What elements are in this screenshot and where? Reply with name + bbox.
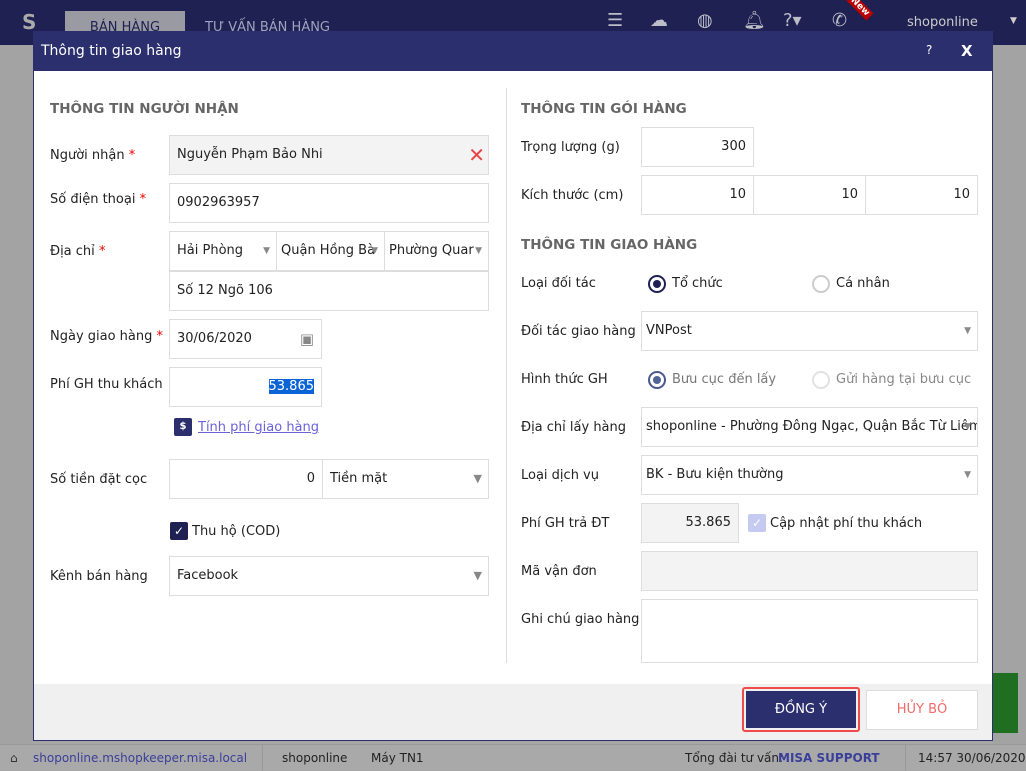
globe-icon[interactable]: ◍	[697, 10, 713, 31]
cod-checkbox[interactable]: ✓	[170, 522, 188, 540]
deposit-label: Số tiền đặt cọc	[50, 472, 148, 487]
phone-icon[interactable]: ✆	[832, 10, 847, 31]
shipping-heading: THÔNG TIN GIAO HÀNG	[521, 237, 698, 253]
datetime: 14:57 30/06/2020	[918, 751, 1026, 765]
package-heading: THÔNG TIN GÓI HÀNG	[521, 101, 687, 117]
caret-icon: ▼	[964, 470, 971, 480]
dialog-footer: ĐỒNG Ý HỦY BỎ	[34, 684, 992, 740]
url-link[interactable]: shoponline.mshopkeeper.misa.local	[33, 745, 247, 771]
recipient-name-field[interactable]: Nguyễn Phạm Bảo Nhi ✕	[169, 135, 489, 175]
dialog-header: Thông tin giao hàng ? X	[34, 32, 992, 71]
service-select[interactable]: BK - Bưu kiện thường ▼	[641, 455, 978, 495]
delivery-date-label: Ngày giao hàng *	[50, 329, 164, 344]
dropoff-method-label: Gửi hàng tại bưu cục	[836, 372, 972, 387]
clear-icon[interactable]: ✕	[468, 136, 485, 174]
tracking-field	[641, 551, 978, 591]
cancel-button[interactable]: HỦY BỎ	[866, 690, 978, 730]
ok-button[interactable]: ĐỒNG Ý	[746, 691, 856, 728]
size-label: Kích thước (cm)	[521, 188, 624, 203]
note-label: Ghi chú giao hàng	[521, 612, 640, 627]
calc-fee-link[interactable]: Tính phí giao hàng	[198, 420, 319, 435]
delivery-date-field[interactable]: 30/06/2020 ▣	[169, 319, 322, 359]
background-pay-button	[993, 673, 1018, 733]
height-field[interactable]: 10	[865, 175, 978, 215]
machine-name: Máy TN1	[371, 751, 424, 765]
pickup-address-select[interactable]: shoponline - Phường Đông Ngạc, Quận Bắc …	[641, 407, 978, 447]
close-button[interactable]: X	[961, 42, 973, 60]
organization-label: Tổ chức	[672, 276, 723, 291]
caret-icon: ▼	[964, 326, 971, 336]
partner-type-label: Loại đối tác	[521, 276, 596, 291]
caret-icon: ▼	[964, 422, 971, 432]
individual-label: Cá nhân	[836, 276, 890, 291]
deposit-field[interactable]: 0	[169, 459, 323, 499]
update-fee-checkbox[interactable]: ✓	[748, 514, 766, 532]
shop-name: shoponline	[282, 751, 348, 765]
update-fee-label: Cập nhật phí thu khách	[770, 516, 923, 531]
recipient-name-label: Người nhận *	[50, 148, 136, 163]
home-icon[interactable]: ⌂	[10, 745, 18, 771]
partner-label: Đối tác giao hàng	[521, 324, 636, 339]
caret-icon: ▼	[371, 246, 378, 256]
weight-field[interactable]: 300	[641, 127, 754, 167]
background-left-panel	[0, 45, 33, 744]
help-icon[interactable]: ?▾	[783, 10, 802, 31]
service-label: Loại dịch vụ	[521, 468, 599, 483]
background-right-panel	[993, 45, 1026, 744]
recipient-heading: THÔNG TIN NGƯỜI NHẬN	[50, 101, 239, 117]
deposit-method-select[interactable]: Tiền mặt ▼	[322, 459, 489, 499]
weight-label: Trọng lượng (g)	[521, 140, 620, 155]
partner-fee-label: Phí GH trả ĐT	[521, 516, 610, 531]
help-button[interactable]: ?	[926, 43, 932, 57]
cod-label: Thu hộ (COD)	[192, 524, 281, 539]
calculator-icon: $	[174, 418, 192, 436]
note-field[interactable]	[641, 599, 978, 663]
bell-icon[interactable]: 🔔︎	[743, 10, 766, 31]
tracking-label: Mã vận đơn	[521, 564, 597, 579]
radio-dropoff[interactable]	[812, 371, 830, 389]
calendar-icon[interactable]: ▣	[300, 320, 314, 358]
shipping-info-dialog: Thông tin giao hàng ? X THÔNG TIN NGƯỜI …	[33, 31, 993, 741]
customer-fee-label: Phí GH thu khách	[50, 377, 163, 392]
caret-icon: ▼	[473, 472, 482, 485]
dialog-title: Thông tin giao hàng	[41, 43, 182, 59]
column-divider	[506, 88, 507, 663]
length-field[interactable]: 10	[641, 175, 754, 215]
hotline-link[interactable]: MISA SUPPORT	[778, 745, 880, 771]
ward-select[interactable]: Phường Quar ▼	[384, 231, 489, 271]
phone-field[interactable]: 0902963957	[169, 183, 489, 223]
caret-icon: ▼	[263, 246, 270, 256]
channel-select[interactable]: Facebook ▼	[169, 556, 489, 596]
pickup-method-label: Bưu cục đến lấy	[672, 372, 777, 387]
sync-cloud-icon[interactable]: ☁	[650, 10, 668, 31]
radio-individual[interactable]	[812, 275, 830, 293]
caret-icon: ▼	[475, 246, 482, 256]
menu-icon[interactable]: ☰	[607, 10, 623, 31]
partner-select[interactable]: VNPost ▼	[641, 311, 978, 351]
status-bar: ⌂ shoponline.mshopkeeper.misa.local shop…	[0, 744, 1026, 771]
radio-organization[interactable]	[648, 275, 666, 293]
new-badge: New	[846, 0, 874, 21]
address-label: Địa chỉ *	[50, 244, 106, 259]
channel-label: Kênh bán hàng	[50, 569, 148, 584]
method-label: Hình thức GH	[521, 372, 608, 387]
phone-label: Số điện thoại *	[50, 192, 147, 207]
customer-fee-field[interactable]: 53.865	[169, 367, 322, 407]
width-field[interactable]: 10	[753, 175, 866, 215]
radio-pickup[interactable]	[648, 371, 666, 389]
pickup-address-label: Địa chỉ lấy hàng	[521, 420, 627, 435]
hotline-label: Tổng đài tư vấn:	[685, 751, 784, 765]
chevron-down-icon[interactable]: ▼	[1010, 16, 1017, 26]
caret-icon: ▼	[473, 569, 482, 582]
user-menu[interactable]: shoponline	[907, 15, 978, 30]
street-field[interactable]: Số 12 Ngõ 106	[169, 271, 489, 311]
city-select[interactable]: Hải Phòng ▼	[169, 231, 277, 271]
partner-fee-field: 53.865	[641, 503, 739, 543]
district-select[interactable]: Quận Hồng Bà ▼	[276, 231, 385, 271]
